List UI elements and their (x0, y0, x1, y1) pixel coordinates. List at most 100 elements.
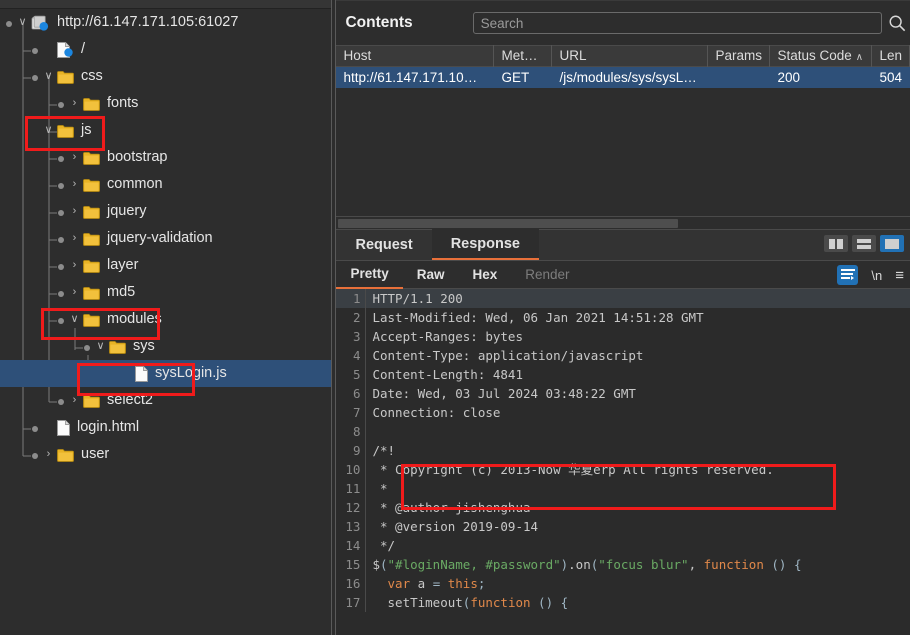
chevron-right-icon[interactable]: › (68, 394, 81, 407)
request-response-tabstrip[interactable]: Request Response (336, 229, 910, 261)
split-vertical-icon[interactable] (824, 235, 848, 252)
tree-item-label: / (81, 41, 86, 58)
chevron-right-icon[interactable]: › (68, 97, 81, 110)
code-line: 10 * Copyright (c) 2013-Now 华夏erp All ri… (336, 460, 910, 479)
folder-icon (83, 286, 100, 300)
tree-item-syslogin-js[interactable]: sysLogin.js (0, 360, 332, 387)
code-line-text: $("#loginName, #password").on("focus blu… (372, 557, 802, 572)
chevron-right-icon[interactable]: › (68, 286, 81, 299)
tree-item-common[interactable]: › common (0, 171, 331, 198)
cell-status: 200 (777, 70, 800, 85)
chevron-down-icon[interactable]: ∨ (42, 70, 55, 83)
tree-item-js[interactable]: ∨ js (0, 117, 331, 144)
line-number: 14 (336, 536, 367, 555)
chevron-right-icon[interactable]: › (42, 448, 55, 461)
column-header-status-code[interactable]: Status Code ∧ (770, 45, 873, 67)
chevron-right-icon[interactable]: › (68, 205, 81, 218)
contents-horizontal-scrollbar[interactable] (336, 216, 910, 230)
chevron-right-icon[interactable]: › (68, 232, 81, 245)
code-line: 11 * (336, 479, 910, 498)
tree-item-modules[interactable]: ∨ modules (0, 306, 331, 333)
tree-item-bootstrap[interactable]: › bootstrap (0, 144, 331, 171)
tree-item-sys[interactable]: ∨ sys (0, 333, 331, 360)
folder-icon (83, 97, 100, 111)
code-line-text: HTTP/1.1 200 (372, 291, 463, 306)
site-map-tree-panel[interactable]: ∨ http://61.147.171.105:61027/∨ css › fonts ∨… (0, 0, 332, 635)
column-header-url[interactable]: URL (552, 45, 709, 67)
folder-icon (83, 151, 100, 165)
folder-icon (83, 394, 100, 408)
column-header-host[interactable]: Host (336, 45, 495, 67)
response-code-viewer[interactable]: 1 HTTP/1.1 200 2 Last-Modified: Wed, 06 Jan… (336, 289, 910, 635)
editor-actions[interactable]: \n ≡ (837, 265, 904, 285)
chevron-down-icon[interactable]: ∨ (16, 16, 29, 29)
cell-url: /js/modules/sys/sysLo… (559, 70, 705, 85)
line-number: 4 (336, 346, 367, 365)
tree-item-login-html[interactable]: login.html (0, 414, 331, 441)
code-line-text: setTimeout(function () { (372, 595, 569, 610)
file-icon (57, 419, 70, 436)
tree-item-user[interactable]: › user (0, 441, 331, 468)
single-pane-icon[interactable] (880, 235, 904, 252)
view-layout-toggles[interactable] (824, 235, 904, 252)
chevron-right-icon[interactable]: › (68, 178, 81, 191)
table-header-row[interactable]: Host Method URL Params Status Code ∧ Len (336, 45, 910, 67)
code-line: 13 * @version 2019-09-14 (336, 517, 910, 536)
tab-hex[interactable]: Hex (459, 261, 512, 289)
tree-item-[interactable]: / (0, 36, 331, 63)
code-line: 1 HTTP/1.1 200 (336, 289, 910, 308)
tree-item-fonts[interactable]: › fonts (0, 90, 331, 117)
code-line: 6 Date: Wed, 03 Jul 2024 03:48:22 GMT (336, 384, 910, 403)
code-line: 5 Content-Length: 4841 (336, 365, 910, 384)
tree-item-jquery[interactable]: › jquery (0, 198, 331, 225)
tree-item-css[interactable]: ∨ css (0, 63, 331, 90)
tree-item-label: layer (107, 257, 139, 274)
code-line-text: var a = this; (387, 576, 486, 591)
search-icon[interactable] (888, 14, 906, 32)
tree-item-http-61-147-171-105-61027[interactable]: ∨ http://61.147.171.105:61027 (0, 9, 331, 36)
tree-item-jquery-validation[interactable]: › jquery-validation (0, 225, 331, 252)
column-header-params[interactable]: Params (708, 45, 771, 67)
table-row[interactable]: http://61.147.171.10… GET /js/modules/sy… (336, 67, 910, 88)
tab-raw[interactable]: Raw (403, 261, 459, 289)
line-number: 6 (336, 384, 367, 403)
code-line-text: Accept-Ranges: bytes (372, 329, 523, 344)
tree-item-layer[interactable]: › layer (0, 252, 331, 279)
split-horizontal-icon[interactable] (852, 235, 876, 252)
code-line-text: Last-Modified: Wed, 06 Jan 2021 14:51:28… (372, 310, 704, 325)
tab-pretty[interactable]: Pretty (336, 261, 403, 289)
tab-request[interactable]: Request (336, 229, 431, 260)
format-tabstrip[interactable]: Pretty Raw Hex Render \n ≡ (336, 261, 910, 289)
code-line: 14 */ (336, 536, 910, 555)
sort-ascending-icon: ∧ (855, 52, 864, 63)
line-number: 2 (336, 308, 367, 327)
column-header-method[interactable]: Method (494, 45, 553, 67)
hamburger-menu-icon[interactable]: ≡ (895, 267, 904, 284)
chevron-down-icon[interactable]: ∨ (42, 124, 55, 137)
word-wrap-icon[interactable] (837, 265, 859, 285)
tab-response[interactable]: Response (431, 229, 539, 260)
column-header-length[interactable]: Len (872, 45, 910, 67)
tree-item-label: sysLogin.js (155, 365, 227, 382)
contents-table[interactable]: Host Method URL Params Status Code ∧ Len … (336, 45, 910, 88)
chevron-down-icon[interactable]: ∨ (68, 313, 81, 326)
site-map-tree-list[interactable]: ∨ http://61.147.171.105:61027/∨ css › fonts ∨… (0, 9, 332, 468)
line-number: 7 (336, 403, 367, 422)
scrollbar-thumb[interactable] (338, 219, 679, 228)
search-input[interactable] (472, 12, 882, 34)
tree-item-md5[interactable]: › md5 (0, 279, 331, 306)
tree-item-label: js (81, 122, 92, 139)
tree-item-select2[interactable]: › select2 (0, 387, 331, 414)
code-line-text: * Copyright (c) 2013-Now 华夏erp All right… (372, 462, 774, 477)
folder-icon (57, 70, 74, 84)
cell-length: 504 (879, 70, 902, 85)
tree-item-label: jquery (107, 203, 147, 220)
line-number: 13 (336, 517, 367, 536)
chevron-right-icon[interactable]: › (68, 151, 81, 164)
chevron-right-icon[interactable]: › (68, 259, 81, 272)
tree-item-label: login.html (77, 419, 140, 436)
code-line-text: */ (372, 538, 396, 553)
code-line: 2 Last-Modified: Wed, 06 Jan 2021 14:51:2… (336, 308, 910, 327)
newline-icon[interactable]: \n (871, 268, 882, 283)
chevron-down-icon[interactable]: ∨ (94, 340, 107, 353)
